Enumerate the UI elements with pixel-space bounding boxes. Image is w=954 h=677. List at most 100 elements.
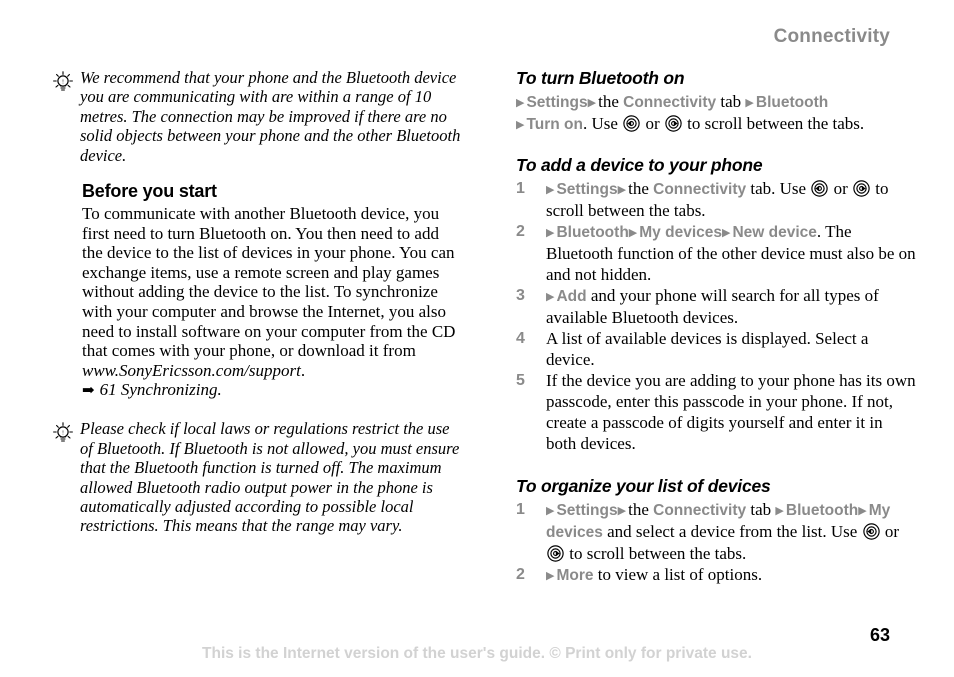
tip-text-local-laws: Please check if local laws or regulation… — [80, 419, 460, 536]
heading-to-add-a-device: To add a device to your phone — [516, 155, 763, 175]
step-item: 2 ▶ Bluetooth▶ My devices▶ New device. The B… — [516, 221, 916, 285]
right-column: To turn Bluetooth on ▶ Settings▶ the Conne… — [516, 68, 916, 586]
step-item: 2 ▶ More to view a list of options. — [516, 564, 916, 586]
chapter-header: Connectivity — [773, 26, 890, 47]
instruction-text: or — [880, 522, 899, 541]
step-number: 3 — [516, 287, 525, 304]
triangle-right-icon: ▶ — [546, 568, 555, 582]
instruction-text: and your phone will search for all types… — [546, 286, 879, 327]
triangle-right-icon: ▶ — [546, 225, 555, 239]
menu-path-item[interactable]: Connectivity — [653, 502, 746, 519]
step-number: 4 — [516, 330, 525, 347]
lightbulb-icon: ! — [52, 71, 74, 93]
cross-reference-synchronizing[interactable]: ➡ 61 Synchronizing. — [82, 380, 462, 401]
instruction-text: and select a device from the list. Use — [602, 522, 862, 541]
step-text[interactable]: ▶ Settings▶ the Connectivity tab. Use or t… — [546, 178, 916, 221]
triangle-right-icon: ▶ — [628, 225, 638, 239]
step-number: 2 — [516, 223, 525, 240]
steps-add-device: 1 ▶ Settings▶ the Connectivity tab. Use or … — [516, 178, 916, 454]
step-item: 1 ▶ Settings▶ the Connectivity tab ▶ Bluetoo… — [516, 499, 916, 564]
triangle-right-icon: ▶ — [587, 95, 597, 109]
page-number: 63 — [869, 625, 890, 645]
menu-path-item[interactable]: Connectivity — [653, 181, 746, 198]
step-number: 2 — [516, 566, 525, 583]
menu-path-item[interactable]: New device — [732, 224, 816, 241]
instruction-text: the — [628, 500, 654, 519]
step-number: 5 — [516, 372, 525, 389]
instruction-text: or — [641, 114, 664, 133]
cross-reference-label: 61 Synchronizing. — [99, 380, 222, 400]
paragraph-text-end: . — [300, 360, 306, 380]
triangle-right-icon: ▶ — [546, 503, 555, 517]
lightbulb-icon: ! — [52, 422, 74, 444]
menu-path-item[interactable]: Bluetooth — [786, 502, 858, 519]
menu-path-item[interactable]: Turn on — [526, 116, 583, 133]
triangle-right-icon: ▶ — [721, 225, 731, 239]
step-item: 4 A list of available devices is displaye… — [516, 328, 916, 370]
navigation-key-right-icon — [853, 180, 870, 197]
menu-path-item[interactable]: Bluetooth — [756, 94, 828, 111]
menu-path-item[interactable]: More — [556, 567, 593, 584]
instruction-text: or — [829, 179, 853, 198]
instruction-text: the — [628, 179, 654, 198]
heading-before-you-start: Before you start — [82, 181, 217, 202]
support-url[interactable]: www.SonyEricsson.com/support — [82, 361, 301, 380]
tip-text-range: We recommend that your phone and the Blu… — [80, 68, 461, 165]
instruction-text: tab — [716, 92, 746, 111]
menu-path-item[interactable]: Add — [556, 288, 586, 305]
instruction-text: . Use — [583, 114, 623, 133]
step-text[interactable]: ▶ More to view a list of options. — [546, 564, 916, 586]
right-arrow-icon: ➡ — [82, 383, 95, 400]
step-text[interactable]: ▶ Settings▶ the Connectivity tab ▶ Bluetoot… — [546, 499, 916, 564]
step-item: 3 ▶ Add and your phone will search for all… — [516, 285, 916, 328]
footer-note: This is the Internet version of the user… — [202, 645, 752, 662]
triangle-right-icon: ▶ — [617, 503, 627, 517]
step-item: 5 If the device you are adding to your ph… — [516, 370, 916, 454]
triangle-right-icon: ▶ — [858, 503, 867, 517]
steps-organize: 1 ▶ Settings▶ the Connectivity tab ▶ Bluetoo… — [516, 499, 916, 586]
menu-path-item[interactable]: My devices — [639, 224, 722, 241]
step-text[interactable]: A list of available devices is displayed… — [546, 328, 916, 370]
svg-text:!: ! — [62, 431, 64, 437]
triangle-right-icon: ▶ — [516, 95, 525, 109]
instruction-text: to scroll between the tabs. — [682, 114, 865, 133]
menu-path-item[interactable]: Settings — [526, 94, 587, 111]
step-number: 1 — [516, 180, 525, 197]
menu-path-item[interactable]: Settings — [556, 502, 617, 519]
step-text[interactable]: ▶ Bluetooth▶ My devices▶ New device. The Bl… — [546, 221, 916, 285]
svg-text:!: ! — [62, 79, 64, 85]
instruction-text: to scroll between the tabs. — [565, 544, 747, 563]
step-number: 1 — [516, 501, 525, 518]
instruction-text: to view a list of options. — [593, 565, 763, 584]
navigation-key-left-icon — [623, 115, 640, 132]
left-column: ! We recommend that your phone and the B… — [52, 68, 462, 552]
triangle-right-icon: ▶ — [516, 117, 525, 131]
triangle-right-icon: ▶ — [775, 503, 784, 517]
step-item: 1 ▶ Settings▶ the Connectivity tab. Use or … — [516, 178, 916, 221]
menu-path-item[interactable]: Bluetooth — [556, 224, 628, 241]
menu-path-item[interactable]: Connectivity — [623, 94, 716, 111]
triangle-right-icon: ▶ — [546, 182, 555, 196]
tip-box-local-laws: ! Please check if local laws or regulati… — [52, 419, 462, 535]
step-text[interactable]: If the device you are adding to your pho… — [546, 370, 916, 454]
navigation-key-right-icon — [547, 545, 564, 562]
tip-box-range: ! We recommend that your phone and the B… — [52, 68, 462, 165]
navigation-key-left-icon — [811, 180, 829, 197]
paragraph-before-you-start: To communicate with another Bluetooth de… — [82, 204, 462, 380]
heading-to-organize-device-list: To organize your list of devices — [516, 476, 771, 496]
instruction-text: tab — [746, 500, 776, 519]
paragraph-text: To communicate with another Bluetooth de… — [82, 204, 456, 361]
heading-to-turn-bluetooth-on: To turn Bluetooth on — [516, 68, 685, 88]
instruction-line-2[interactable]: ▶ Turn on. Use or to scroll between the t… — [516, 113, 916, 135]
triangle-right-icon: ▶ — [617, 182, 627, 196]
triangle-right-icon: ▶ — [546, 289, 555, 303]
instruction-text: the — [598, 92, 624, 111]
menu-path-item[interactable]: Settings — [556, 181, 617, 198]
instruction-line-1[interactable]: ▶ Settings▶ the Connectivity tab ▶ Bluetoot… — [516, 91, 916, 113]
instruction-text: A list of available devices is displayed… — [546, 329, 869, 369]
navigation-key-left-icon — [862, 523, 880, 540]
navigation-key-right-icon — [665, 115, 682, 132]
triangle-right-icon: ▶ — [745, 95, 754, 109]
instruction-text: If the device you are adding to your pho… — [546, 371, 916, 453]
step-text[interactable]: ▶ Add and your phone will search for all … — [546, 285, 916, 328]
